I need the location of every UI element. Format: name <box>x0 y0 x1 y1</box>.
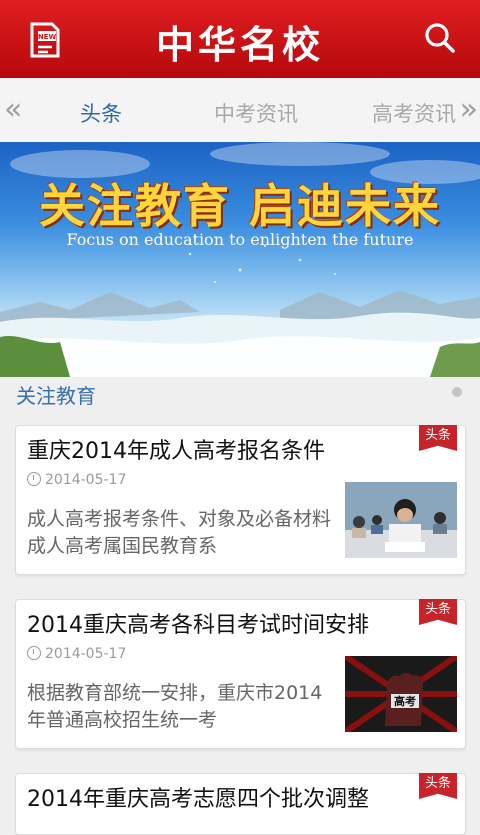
headline-badge: 头条 <box>419 773 457 799</box>
article-date-text: 2014-05-17 <box>45 472 127 488</box>
article-thumbnail-exam-room <box>345 482 457 558</box>
banner-slide[interactable]: 关注教育 启迪未来 Focus on education to enlighte… <box>0 142 480 377</box>
section-label: 关注教育 <box>16 384 96 408</box>
article-date: 2014-05-17 <box>27 646 126 662</box>
article-summary: 成人高考报考条件、对象及必备材料成人高考属国民教育系 <box>27 508 332 557</box>
category-tabs: « 头条 中考资讯 高考资讯 » <box>0 78 480 143</box>
clock-icon <box>27 646 41 660</box>
article-title: 2014年重庆高考志愿四个批次调整 <box>27 787 369 812</box>
tab-headlines[interactable]: 头条 <box>80 98 122 128</box>
tabs-scroll-right-icon[interactable]: » <box>460 92 478 127</box>
app-header: NEW 中华名校 <box>0 0 480 79</box>
article-card[interactable]: 重庆2014年成人高考报名条件 2014-05-17 成人高考报考条件、对象及必… <box>15 425 466 575</box>
tabs-scroll-left-icon[interactable]: « <box>4 92 22 127</box>
section-bar: 关注教育 <box>0 377 480 409</box>
thumbnail-caption: 高考 <box>394 694 416 708</box>
search-icon[interactable] <box>422 20 458 56</box>
article-summary: 根据教育部统一安排，重庆市2014年普通高校招生统一考 <box>27 682 323 731</box>
banner-subline: Focus on education to enlighten the futu… <box>66 230 414 249</box>
carousel-indicator-dot <box>452 387 462 397</box>
article-card[interactable]: 2014重庆高考各科目考试时间安排 2014-05-17 根据教育部统一安排，重… <box>15 599 466 749</box>
article-title: 重庆2014年成人高考报名条件 <box>27 439 325 464</box>
article-title: 2014重庆高考各科目考试时间安排 <box>27 613 369 638</box>
banner-headline: 关注教育 启迪未来 <box>38 179 441 233</box>
article-date: 2014-05-17 <box>27 472 126 488</box>
article-date-text: 2014-05-17 <box>45 646 127 662</box>
tab-zhongkao-news[interactable]: 中考资讯 <box>214 98 298 128</box>
clock-icon <box>27 472 41 486</box>
article-thumbnail-gaokao-fist: 高考 <box>345 656 457 732</box>
tab-gaokao-news[interactable]: 高考资讯 <box>372 98 458 128</box>
headline-badge: 头条 <box>419 599 457 625</box>
app-title: 中华名校 <box>155 23 324 67</box>
article-card[interactable]: 2014年重庆高考志愿四个批次调整 头条 <box>15 773 466 835</box>
headline-badge: 头条 <box>419 425 457 451</box>
